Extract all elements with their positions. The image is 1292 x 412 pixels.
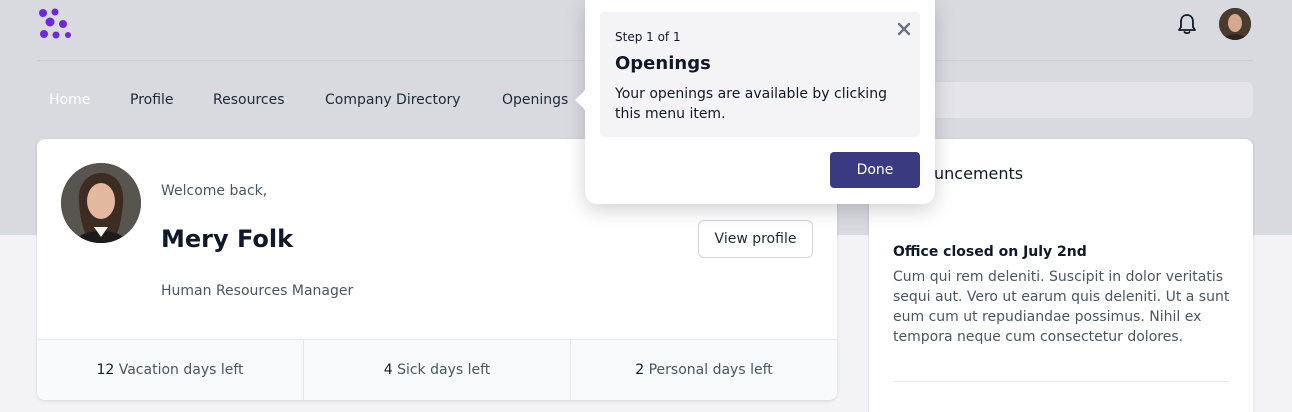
stat-label: Vacation days left — [118, 362, 244, 378]
tour-step: Step 1 of 1 — [615, 30, 681, 44]
done-button[interactable]: Done — [830, 152, 920, 188]
announcement-body: Cum qui rem deleniti. Suscipit in dolor … — [893, 269, 1230, 345]
profile-role: Human Resources Manager — [161, 283, 354, 299]
stat-personal: 2 Personal days left — [571, 340, 837, 400]
nav-item-openings[interactable]: Openings — [502, 82, 568, 118]
view-profile-button[interactable]: View profile — [698, 220, 813, 258]
tour-content: Step 1 of 1 Openings Your openings are a… — [600, 12, 920, 137]
avatar[interactable] — [1219, 8, 1251, 40]
profile-avatar — [61, 163, 141, 243]
announcement-divider — [893, 381, 1229, 382]
stats-bar: 12 Vacation days left 4 Sick days left 2… — [37, 339, 837, 400]
announcement-title[interactable]: Office closed on July 2nd — [893, 244, 1087, 260]
logo-icon[interactable] — [37, 8, 73, 40]
close-icon[interactable] — [895, 20, 913, 38]
stat-vacation: 12 Vacation days left — [37, 340, 304, 400]
nav-item-profile[interactable]: Profile — [130, 82, 174, 118]
tour-popover: Step 1 of 1 Openings Your openings are a… — [575, 0, 935, 204]
stat-value: 12 — [96, 362, 115, 378]
bell-icon[interactable] — [1177, 13, 1197, 35]
stat-value: 2 — [635, 362, 645, 378]
tour-body: Your openings are available by clicking … — [615, 86, 887, 122]
tour-title: Openings — [615, 53, 711, 74]
stat-value: 4 — [383, 362, 393, 378]
stat-sick: 4 Sick days left — [304, 340, 571, 400]
stat-label: Sick days left — [397, 362, 491, 378]
profile-name: Mery Folk — [161, 225, 294, 253]
page: Home Profile Resources Company Directory… — [0, 0, 1292, 412]
nav-item-home[interactable]: Home — [49, 82, 90, 118]
stat-label: Personal days left — [648, 362, 773, 378]
nav-item-resources[interactable]: Resources — [213, 82, 285, 118]
welcome-text: Welcome back, — [161, 183, 268, 199]
nav-item-company-directory[interactable]: Company Directory — [325, 82, 461, 118]
